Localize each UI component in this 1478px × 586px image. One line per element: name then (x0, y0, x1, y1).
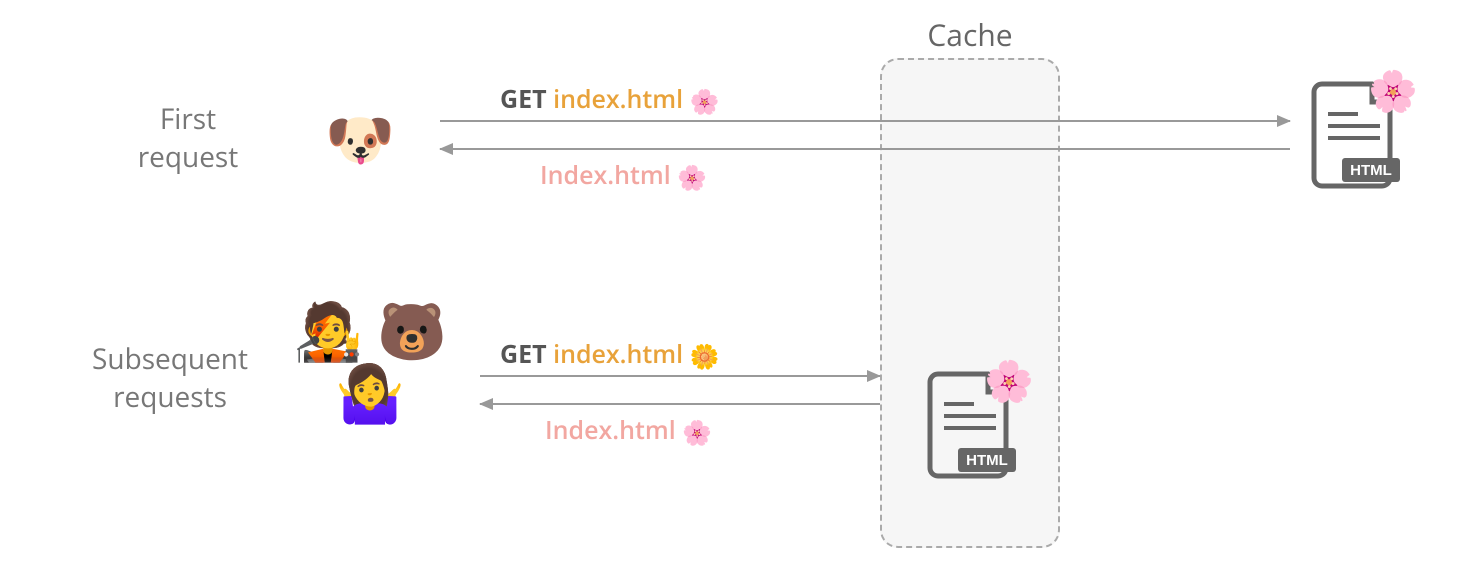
first-request-arrow-label: GET index.html 🌸 (500, 82, 720, 118)
subsequent-request-arrow-label: GET index.html 🌼 (500, 337, 720, 373)
subsequent-response-arrow-label: Index.html 🌸 (545, 413, 712, 449)
subsequent-client-emojis: 🧑‍🎤 🐻 🤷‍♀️ (270, 300, 470, 423)
first-request-label: First request (88, 100, 288, 176)
flower-icon: 🌸 (690, 85, 720, 118)
flower-icon: 🌸 (677, 161, 707, 194)
subsequent-response-file: Index.html (545, 413, 676, 447)
first-request-method: GET (500, 82, 547, 116)
subsequent-request-label: Subsequent requests (50, 340, 290, 416)
first-response-arrow-label: Index.html 🌸 (540, 158, 707, 194)
subsequent-request-file: index.html (553, 337, 683, 371)
first-request-arrow (440, 120, 1290, 122)
server-html-doc: HTML 🌸 (1310, 80, 1402, 190)
first-client-emoji: 🐶 (300, 100, 420, 176)
cache-title: Cache (880, 14, 1060, 55)
flower-icon: 🌼 (690, 340, 720, 373)
first-response-file: Index.html (540, 158, 671, 192)
subsequent-request-method: GET (500, 337, 547, 371)
flower-icon: 🌸 (1368, 62, 1418, 117)
flower-icon: 🌸 (984, 352, 1034, 407)
first-response-arrow (440, 148, 1290, 150)
subsequent-request-arrow (480, 375, 880, 377)
first-request-file: index.html (553, 82, 683, 116)
svg-text:HTML: HTML (1350, 162, 1392, 179)
subsequent-response-arrow (480, 403, 880, 405)
flower-icon: 🌸 (682, 416, 712, 449)
svg-text:HTML: HTML (966, 452, 1008, 469)
cache-html-doc: HTML 🌸 (926, 370, 1018, 480)
